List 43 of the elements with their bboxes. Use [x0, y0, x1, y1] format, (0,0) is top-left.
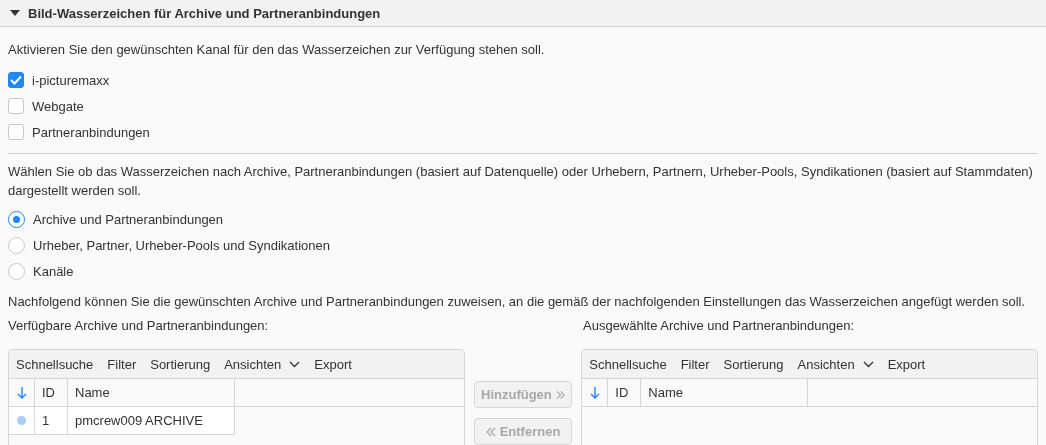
checkbox[interactable]: [8, 124, 24, 140]
checkbox[interactable]: [8, 72, 24, 88]
column-header[interactable]: ID: [42, 385, 55, 400]
chevron-down-icon: [289, 360, 301, 368]
toolbar-menu-item[interactable]: Ansichten: [224, 356, 301, 372]
table-cell: pmcrew009 ARCHIVE: [75, 413, 203, 428]
toolbar-menu-item[interactable]: Filter: [680, 356, 710, 372]
column-header[interactable]: Name: [648, 385, 683, 400]
instruction-text: Nachfolgend können Sie die gewünschten Archive und Partneranbindungen zuweisen, an die gemäß der nachfolgenden Einstellungen das Wasserzeichen angefügt werden soll.: [8, 293, 1027, 311]
instruction-text: Wählen Sie ob das Wasserzeichen nach Archive, Partneranbindungen (basiert auf Datenquelle) oder Urhebern, Partnern, Urheber-Pools, Syndikationen (basiert auf Stammdaten) dargestellt werden soll.: [8, 163, 1034, 200]
list-label: Ausgewählte Archive und Partneranbindungen:: [583, 317, 855, 335]
sort-arrow-down-icon[interactable]: [16, 386, 27, 399]
checkbox-label: Partneranbindungen: [32, 124, 150, 140]
radio-label: Archive und Partneranbindungen: [33, 211, 224, 227]
toolbar-menu-item[interactable]: Sortierung: [723, 356, 784, 372]
section-header[interactable]: Bild-Wasserzeichen für Archive und Partneranbindungen: [0, 0, 1046, 27]
toolbar-menu-item[interactable]: Schnellsuche: [16, 356, 94, 372]
caret-down-icon: [10, 9, 20, 17]
toolbar-menu-item[interactable]: Sortierung: [150, 356, 211, 372]
table-row[interactable]: 1 pmcrew009 ARCHIVE: [9, 407, 235, 435]
radio-button[interactable]: [8, 262, 25, 280]
instruction-text: Aktivieren Sie den gewünschten Kanal für den das Wasserzeichen zur Verfügung stehen soll.: [8, 41, 546, 59]
double-chevron-right-icon: [555, 389, 565, 400]
column-header[interactable]: ID: [615, 385, 629, 400]
section-title: Bild-Wasserzeichen für Archive und Partneranbindungen: [28, 5, 381, 21]
toolbar-menu-item[interactable]: Schnellsuche: [589, 356, 667, 372]
checkbox[interactable]: [8, 98, 24, 114]
toolbar-menu-item[interactable]: Export: [887, 356, 926, 372]
toolbar-menu-item[interactable]: Ansichten: [797, 356, 874, 372]
radio-button[interactable]: [8, 236, 25, 254]
table-cell: 1: [42, 413, 50, 428]
toolbar-menu-item[interactable]: Filter: [107, 356, 137, 372]
sort-arrow-down-icon[interactable]: [589, 386, 600, 399]
double-chevron-left-icon: [485, 426, 496, 437]
checkbox-label: i-picturemaxx: [32, 72, 110, 88]
column-header[interactable]: Name: [75, 385, 110, 400]
chevron-down-icon: [862, 360, 874, 368]
radio-label: Kanäle: [33, 263, 74, 279]
toolbar-menu-item[interactable]: Export: [314, 356, 352, 372]
radio-label: Urheber, Partner, Urheber-Pools und Syndikationen: [33, 237, 330, 253]
checkbox-label: Webgate: [32, 98, 84, 114]
list-label: Verfügbare Archive und Partneranbindungen:: [8, 317, 270, 335]
radio-button[interactable]: [8, 210, 25, 228]
